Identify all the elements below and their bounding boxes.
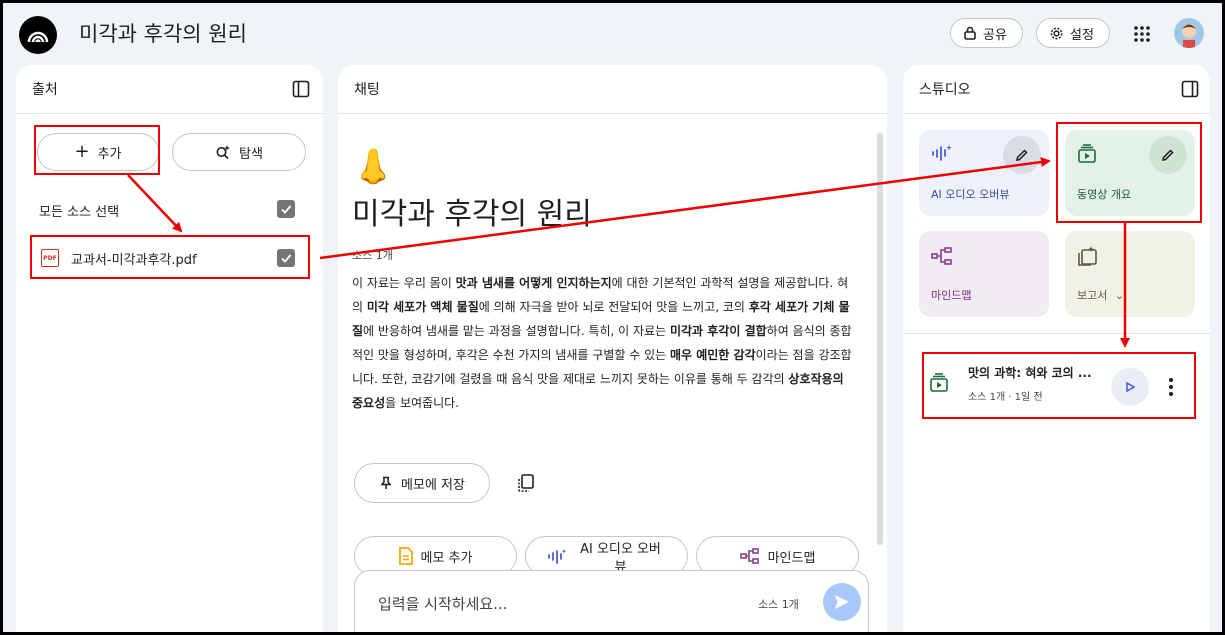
annotation-box-add-button xyxy=(34,125,160,175)
report-label-text: 보고서 xyxy=(1077,289,1108,302)
share-label: 공유 xyxy=(983,27,1007,43)
chat-input-placeholder: 입력을 시작하세요... xyxy=(378,595,508,613)
chat-input-box[interactable]: 입력을 시작하세요... 소스 1개 xyxy=(354,570,869,632)
summary-emphasis: 매우 예민한 감각 xyxy=(669,348,756,362)
add-note-label: 메모 추가 xyxy=(420,550,473,566)
pencil-icon xyxy=(1016,149,1028,161)
chevron-down-icon[interactable]: ⌄ xyxy=(1115,289,1124,302)
input-source-count: 소스 1개 xyxy=(758,598,799,611)
settings-label: 설정 xyxy=(1070,27,1094,43)
annotation-box-video-card xyxy=(1056,122,1202,223)
chat-content: 👃 미각과 후각의 원리 소스 1개 이 자료는 우리 몸이 맛과 냄새를 어떻… xyxy=(352,147,858,415)
summary-text: 을 보여줍니다. xyxy=(385,396,459,410)
summary-emphasis: 미각과 후각이 결합 xyxy=(669,324,767,338)
notebook-summary: 이 자료는 우리 몸이 맛과 냄새를 어떻게 인지하는지에 대한 기본적인 과학… xyxy=(352,271,858,415)
save-to-note-button[interactable]: 메모에 저장 xyxy=(354,463,490,503)
scrollbar[interactable] xyxy=(877,133,883,545)
edit-audio-button[interactable] xyxy=(1003,136,1041,174)
chat-title: 채팅 xyxy=(354,82,380,98)
note-icon xyxy=(398,547,413,565)
collapse-panel-icon[interactable] xyxy=(292,80,310,98)
select-all-checkbox[interactable] xyxy=(277,200,295,218)
settings-button[interactable]: 설정 xyxy=(1036,18,1110,48)
summary-text: 에 반응하여 냄새를 맡는 과정을 설명합니다. 특히, 이 자료는 xyxy=(363,324,670,338)
divider xyxy=(903,113,1210,114)
summary-text: 이 자료는 우리 몸이 xyxy=(352,276,456,290)
apps-grid-icon[interactable] xyxy=(1132,24,1152,44)
divider xyxy=(16,113,323,114)
notebooklm-logo-icon[interactable] xyxy=(19,16,57,54)
sources-title: 출처 xyxy=(32,82,58,98)
summary-text: 에 의해 자극을 받아 뇌로 전달되어 맛을 느끼고, 코의 xyxy=(478,300,749,314)
send-icon xyxy=(835,595,849,609)
explore-button[interactable]: 탐색 xyxy=(172,133,306,171)
mindmap-icon xyxy=(931,247,952,265)
audio-overview-card[interactable]: AI 오디오 오버뷰 xyxy=(919,130,1049,216)
notebook-heading: 미각과 후각의 원리 xyxy=(352,197,592,232)
checkmark-icon xyxy=(281,205,292,214)
discover-search-icon xyxy=(216,145,231,160)
explore-label: 탐색 xyxy=(239,146,263,162)
pin-icon xyxy=(380,476,392,489)
audio-wave-icon xyxy=(932,145,952,161)
nose-emoji: 👃 xyxy=(352,147,395,187)
select-all-label: 모든 소스 선택 xyxy=(39,205,120,220)
annotation-box-generated-item xyxy=(922,352,1196,419)
divider xyxy=(903,333,1210,334)
gear-icon xyxy=(1050,27,1063,39)
audio-overview-label: AI 오디오 오버뷰 xyxy=(931,188,1010,201)
report-label: 보고서 ⌄ xyxy=(1077,287,1124,303)
user-avatar[interactable] xyxy=(1174,18,1204,48)
save-to-note-label: 메모에 저장 xyxy=(401,477,465,493)
share-button[interactable]: 공유 xyxy=(950,18,1023,48)
chat-panel: 채팅 👃 미각과 후각의 원리 소스 1개 이 자료는 우리 몸이 맛과 냄새를… xyxy=(338,65,887,632)
notebook-title[interactable]: 미각과 후각의 원리 xyxy=(79,18,247,48)
audio-wave-icon xyxy=(547,549,566,564)
report-icon xyxy=(1078,246,1097,266)
app-window: 미각과 후각의 원리 공유 설정 출처 + 추가 탐색 모든 소스 선택 PDF… xyxy=(3,3,1222,632)
mindmap-icon xyxy=(739,548,759,564)
mindmap-card[interactable]: 마인드맵 xyxy=(919,231,1049,317)
summary-emphasis: 맛과 냄새를 어떻게 인지하는지 xyxy=(455,276,612,290)
studio-title: 스튜디오 xyxy=(919,82,971,98)
source-count: 소스 1개 xyxy=(352,249,393,262)
send-button[interactable] xyxy=(823,583,861,621)
lock-icon xyxy=(964,26,976,40)
divider xyxy=(338,113,887,114)
collapse-panel-icon[interactable] xyxy=(1181,80,1199,98)
mindmap-label: 마인드맵 xyxy=(931,289,972,302)
mindmap-chip-label: 마인드맵 xyxy=(767,550,816,566)
copy-icon[interactable] xyxy=(516,473,536,493)
report-card[interactable]: 보고서 ⌄ xyxy=(1065,231,1195,317)
summary-emphasis: 미각 세포가 액체 물질 xyxy=(366,300,479,314)
annotation-box-source-file xyxy=(30,235,310,279)
